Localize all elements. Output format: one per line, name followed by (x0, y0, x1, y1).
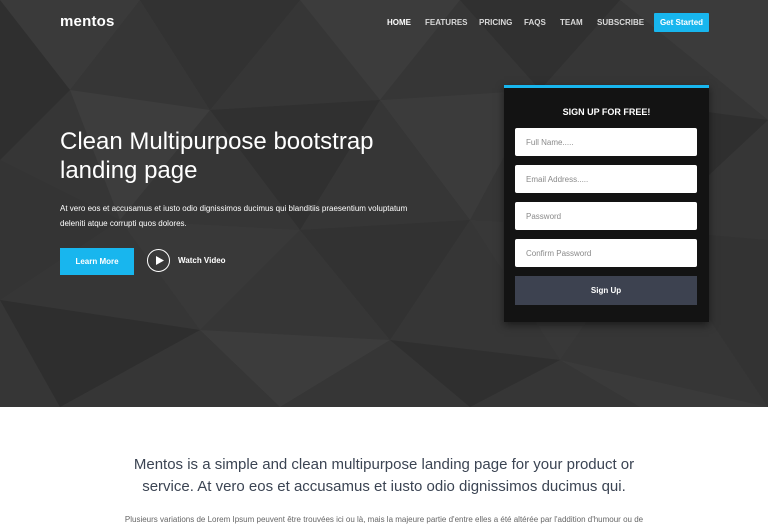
nav-pricing[interactable]: PRICING (479, 18, 512, 27)
intro-heading: Mentos is a simple and clean multipurpos… (133, 456, 635, 495)
nav-subscribe[interactable]: SUBSCRIBE (597, 18, 644, 27)
password-input[interactable] (515, 202, 697, 230)
full-name-input[interactable] (515, 128, 697, 156)
signup-title: SIGN UP FOR FREE! (562, 107, 651, 117)
nav-team[interactable]: TEAM (560, 18, 583, 27)
hero-section: mentos HOME FEATURES PRICING FAQS TEAM S… (0, 0, 768, 407)
sign-up-button[interactable]: Sign Up (515, 276, 697, 305)
nav-features[interactable]: FEATURES (425, 18, 468, 27)
nav-faqs[interactable]: FAQS (524, 18, 546, 27)
intro-text: Plusieurs variations de Lorem Ipsum peuv… (124, 515, 644, 524)
email-input[interactable] (515, 165, 697, 193)
watch-video-link[interactable]: Watch Video (147, 249, 226, 272)
signup-form: SIGN UP FOR FREE! Sign Up (504, 85, 709, 322)
play-icon[interactable] (147, 249, 170, 272)
get-started-button[interactable]: Get Started (654, 13, 709, 32)
brand-logo[interactable]: mentos (60, 13, 115, 30)
hero-title: Clean Multipurpose bootstrap landing pag… (60, 128, 374, 184)
confirm-password-input[interactable] (515, 239, 697, 267)
learn-more-button[interactable]: Learn More (60, 248, 134, 275)
hero-description: At vero eos et accusamus et iusto odio d… (60, 204, 408, 228)
watch-video-label[interactable]: Watch Video (178, 256, 226, 265)
nav-home[interactable]: HOME (387, 18, 411, 27)
